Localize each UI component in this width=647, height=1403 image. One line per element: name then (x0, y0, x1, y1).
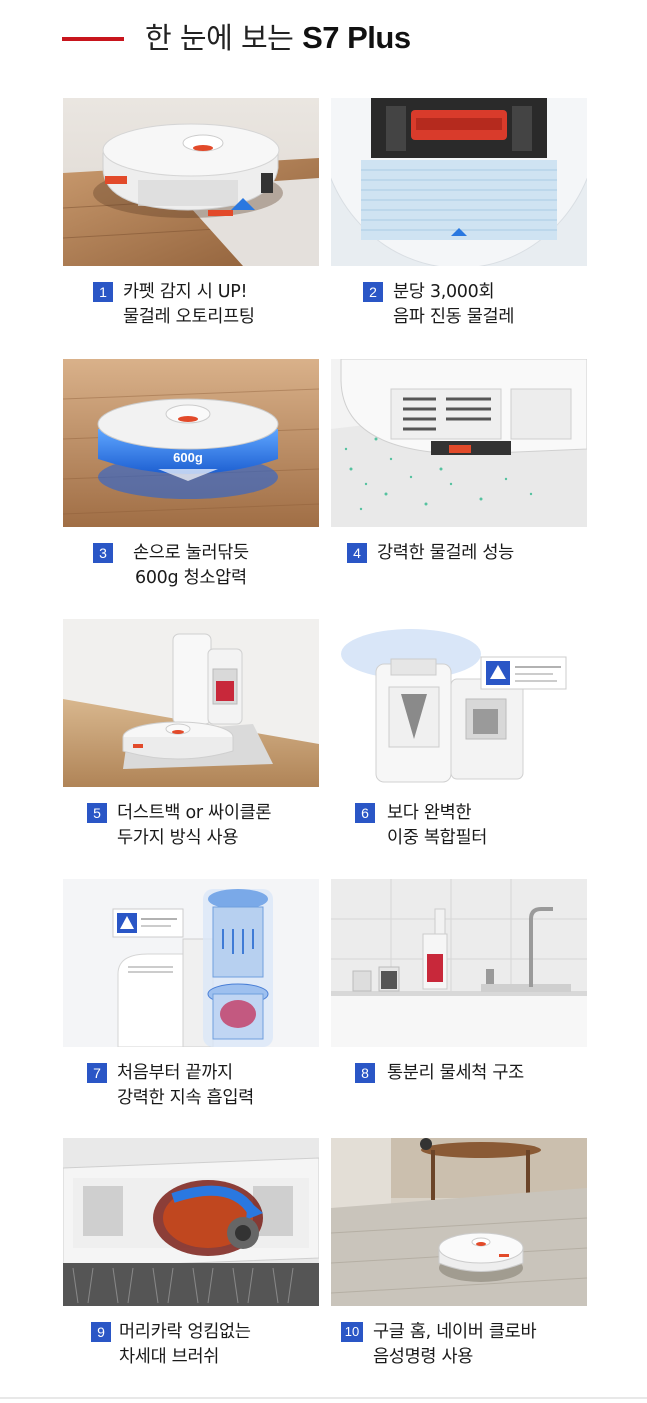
feature-caption-line: 보다 완벽한 (387, 803, 472, 823)
feature-card-4: 4 강력한 물걸레 성능 (331, 359, 587, 563)
feature-photo-dual-filter (331, 619, 587, 787)
page-header: 한 눈에 보는 S7 Plus (0, 0, 647, 80)
feature-number-badge: 4 (347, 543, 367, 563)
feature-number-badge: 1 (93, 282, 113, 302)
page-title-prefix: 한 눈에 보는 (145, 21, 303, 55)
feature-card-9: 9 머리카락 엉킴없는 차세대 브러쉬 (63, 1138, 319, 1367)
feature-photo-suction-power (63, 879, 319, 1047)
feature-photo-600g-label: 600g (173, 450, 203, 465)
feature-card-7: 7 처음부터 끝까지 강력한 지속 흡입력 (63, 879, 319, 1108)
feature-card-10: 10 구글 홈, 네이버 클로바 음성명령 사용 (331, 1138, 587, 1367)
feature-caption-10: 10 구글 홈, 네이버 클로바 음성명령 사용 (341, 1320, 597, 1370)
page-bottom-divider (0, 1397, 647, 1399)
feature-caption-line: 카펫 감지 시 UP! (123, 282, 248, 302)
feature-photo-voice-control (331, 1138, 587, 1306)
feature-card-6: 6 보다 완벽한 이중 복합필터 (331, 619, 587, 848)
feature-card-1: 1 카펫 감지 시 UP! 물걸레 오토리프팅 (63, 98, 319, 327)
feature-caption-2: 2 분당 3,000회 음파 진동 물걸레 (363, 280, 619, 330)
feature-photo-carpet-lifting (63, 98, 319, 266)
feature-number-badge: 6 (355, 803, 375, 823)
feature-caption-line: 두가지 방식 사용 (117, 828, 239, 848)
feature-caption-line: 강력한 지속 흡입력 (117, 1088, 254, 1108)
feature-caption-5: 5 더스트백 or 싸이클론 두가지 방식 사용 (87, 801, 343, 851)
feature-caption-line: 음성명령 사용 (373, 1347, 474, 1367)
feature-caption-8: 8 통분리 물세척 구조 (355, 1061, 611, 1086)
header-accent-bar (62, 37, 124, 41)
feature-number-badge: 9 (91, 1322, 111, 1342)
feature-number-badge: 10 (341, 1322, 363, 1342)
page-title: 한 눈에 보는 S7 Plus (145, 18, 411, 58)
feature-number-badge: 5 (87, 803, 107, 823)
feature-caption-line: 차세대 브러쉬 (119, 1347, 220, 1367)
feature-caption-line: 물걸레 오토리프팅 (123, 307, 255, 327)
feature-number-badge: 3 (93, 543, 113, 563)
feature-photo-sonic-mop (331, 98, 587, 266)
feature-caption-line: 이중 복합필터 (387, 828, 488, 848)
feature-caption-line: 강력한 물걸레 성능 (377, 543, 514, 563)
feature-caption-9: 9 머리카락 엉킴없는 차세대 브러쉬 (91, 1320, 347, 1370)
feature-caption-6: 6 보다 완벽한 이중 복합필터 (355, 801, 611, 851)
feature-caption-line: 음파 진동 물걸레 (393, 307, 515, 327)
feature-caption-line: 분당 3,000회 (393, 282, 495, 302)
feature-card-3: 600g 3 손으로 눌러닦듯 600g 청소압력 (63, 359, 319, 588)
feature-card-2: 2 분당 3,000회 음파 진동 물걸레 (331, 98, 587, 327)
feature-number-badge: 8 (355, 1063, 375, 1083)
feature-photo-dock-and-robot (63, 619, 319, 787)
feature-caption-1: 1 카펫 감지 시 UP! 물걸레 오토리프팅 (93, 280, 349, 330)
feature-caption-4: 4 강력한 물걸레 성능 (347, 541, 603, 566)
page-title-model: S7 Plus (302, 20, 411, 55)
feature-caption-3: 3 손으로 눌러닦듯 600g 청소압력 (93, 541, 349, 591)
feature-card-5: 5 더스트백 or 싸이클론 두가지 방식 사용 (63, 619, 319, 848)
feature-caption-line: 머리카락 엉킴없는 (119, 1322, 251, 1342)
feature-card-8: 8 통분리 물세척 구조 (331, 879, 587, 1083)
feature-caption-line: 손으로 눌러닦듯 (133, 543, 249, 563)
feature-number-badge: 2 (363, 282, 383, 302)
feature-caption-line: 600g 청소압력 (135, 568, 247, 588)
feature-caption-line: 더스트백 or 싸이클론 (117, 803, 272, 823)
feature-photo-brush (63, 1138, 319, 1306)
feature-caption-line: 구글 홈, 네이버 클로바 (373, 1322, 537, 1342)
feature-caption-7: 7 처음부터 끝까지 강력한 지속 흡입력 (87, 1061, 343, 1111)
feature-caption-line: 통분리 물세척 구조 (387, 1063, 524, 1083)
feature-number-badge: 7 (87, 1063, 107, 1083)
feature-photo-washable-bin (331, 879, 587, 1047)
feature-photo-mopping-pressure: 600g (63, 359, 319, 527)
feature-photo-mop-performance (331, 359, 587, 527)
feature-caption-line: 처음부터 끝까지 (117, 1063, 233, 1083)
